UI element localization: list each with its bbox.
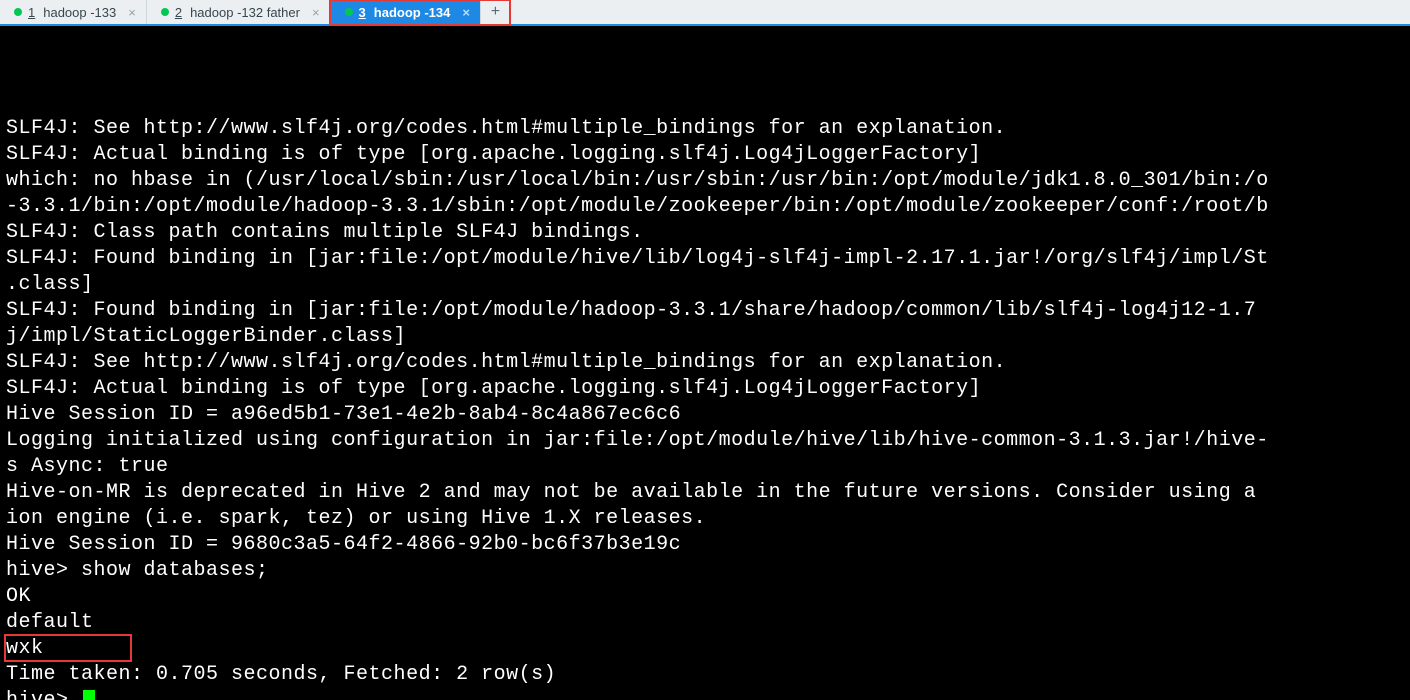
- status-dot-icon: [161, 8, 169, 16]
- tab-hadoop-133[interactable]: 1 hadoop -133 ×: [0, 0, 147, 24]
- close-icon[interactable]: ×: [128, 6, 136, 19]
- terminal-line: SLF4J: See http://www.slf4j.org/codes.ht…: [6, 116, 1404, 142]
- close-icon[interactable]: ×: [312, 6, 320, 19]
- terminal-line: SLF4J: Found binding in [jar:file:/opt/m…: [6, 246, 1404, 272]
- terminal-line: hive> show databases;: [6, 558, 1404, 584]
- plus-icon: +: [491, 3, 500, 21]
- status-dot-icon: [14, 8, 22, 16]
- terminal-line: default: [6, 610, 1404, 636]
- tab-bar: 1 hadoop -133 × 2 hadoop -132 father × 3…: [0, 0, 1410, 26]
- terminal-line: SLF4J: Actual binding is of type [org.ap…: [6, 376, 1404, 402]
- terminal-line: SLF4J: Found binding in [jar:file:/opt/m…: [6, 298, 1404, 324]
- tab-label: hadoop -133: [43, 5, 116, 20]
- terminal-line: -3.3.1/bin:/opt/module/hadoop-3.3.1/sbin…: [6, 194, 1404, 220]
- tab-number: 1: [28, 5, 37, 20]
- terminal-line: Time taken: 0.705 seconds, Fetched: 2 ro…: [6, 662, 1404, 688]
- terminal-line: Hive Session ID = 9680c3a5-64f2-4866-92b…: [6, 532, 1404, 558]
- tab-number: 2: [175, 5, 184, 20]
- prompt-text: hive>: [6, 689, 81, 700]
- add-tab-button[interactable]: +: [481, 0, 511, 24]
- close-icon[interactable]: ×: [462, 6, 470, 19]
- terminal-line: SLF4J: Actual binding is of type [org.ap…: [6, 142, 1404, 168]
- tab-label: hadoop -132 father: [190, 5, 300, 20]
- terminal-line: Logging initialized using configuration …: [6, 428, 1404, 454]
- status-dot-icon: [345, 8, 353, 16]
- terminal-line: j/impl/StaticLoggerBinder.class]: [6, 324, 1404, 350]
- terminal-line: s Async: true: [6, 454, 1404, 480]
- tab-number: 3: [359, 5, 368, 20]
- tab-hadoop-132-father[interactable]: 2 hadoop -132 father ×: [147, 0, 331, 24]
- tab-hadoop-134[interactable]: 3 hadoop -134 ×: [331, 0, 481, 24]
- terminal-line: wxk: [6, 636, 1404, 662]
- terminal-prompt-line[interactable]: hive>: [6, 688, 1404, 700]
- terminal-line: which: no hbase in (/usr/local/sbin:/usr…: [6, 168, 1404, 194]
- tab-label: hadoop -134: [374, 5, 451, 20]
- terminal-line: Hive Session ID = a96ed5b1-73e1-4e2b-8ab…: [6, 402, 1404, 428]
- terminal-line: .class]: [6, 272, 1404, 298]
- cursor-icon: [83, 690, 95, 700]
- terminal-line: Hive-on-MR is deprecated in Hive 2 and m…: [6, 480, 1404, 506]
- terminal-line: OK: [6, 584, 1404, 610]
- terminal-pane[interactable]: SLF4J: See http://www.slf4j.org/codes.ht…: [0, 26, 1410, 700]
- terminal-line: SLF4J: See http://www.slf4j.org/codes.ht…: [6, 350, 1404, 376]
- app-window: 1 hadoop -133 × 2 hadoop -132 father × 3…: [0, 0, 1410, 700]
- terminal-line: SLF4J: Class path contains multiple SLF4…: [6, 220, 1404, 246]
- terminal-line: ion engine (i.e. spark, tez) or using Hi…: [6, 506, 1404, 532]
